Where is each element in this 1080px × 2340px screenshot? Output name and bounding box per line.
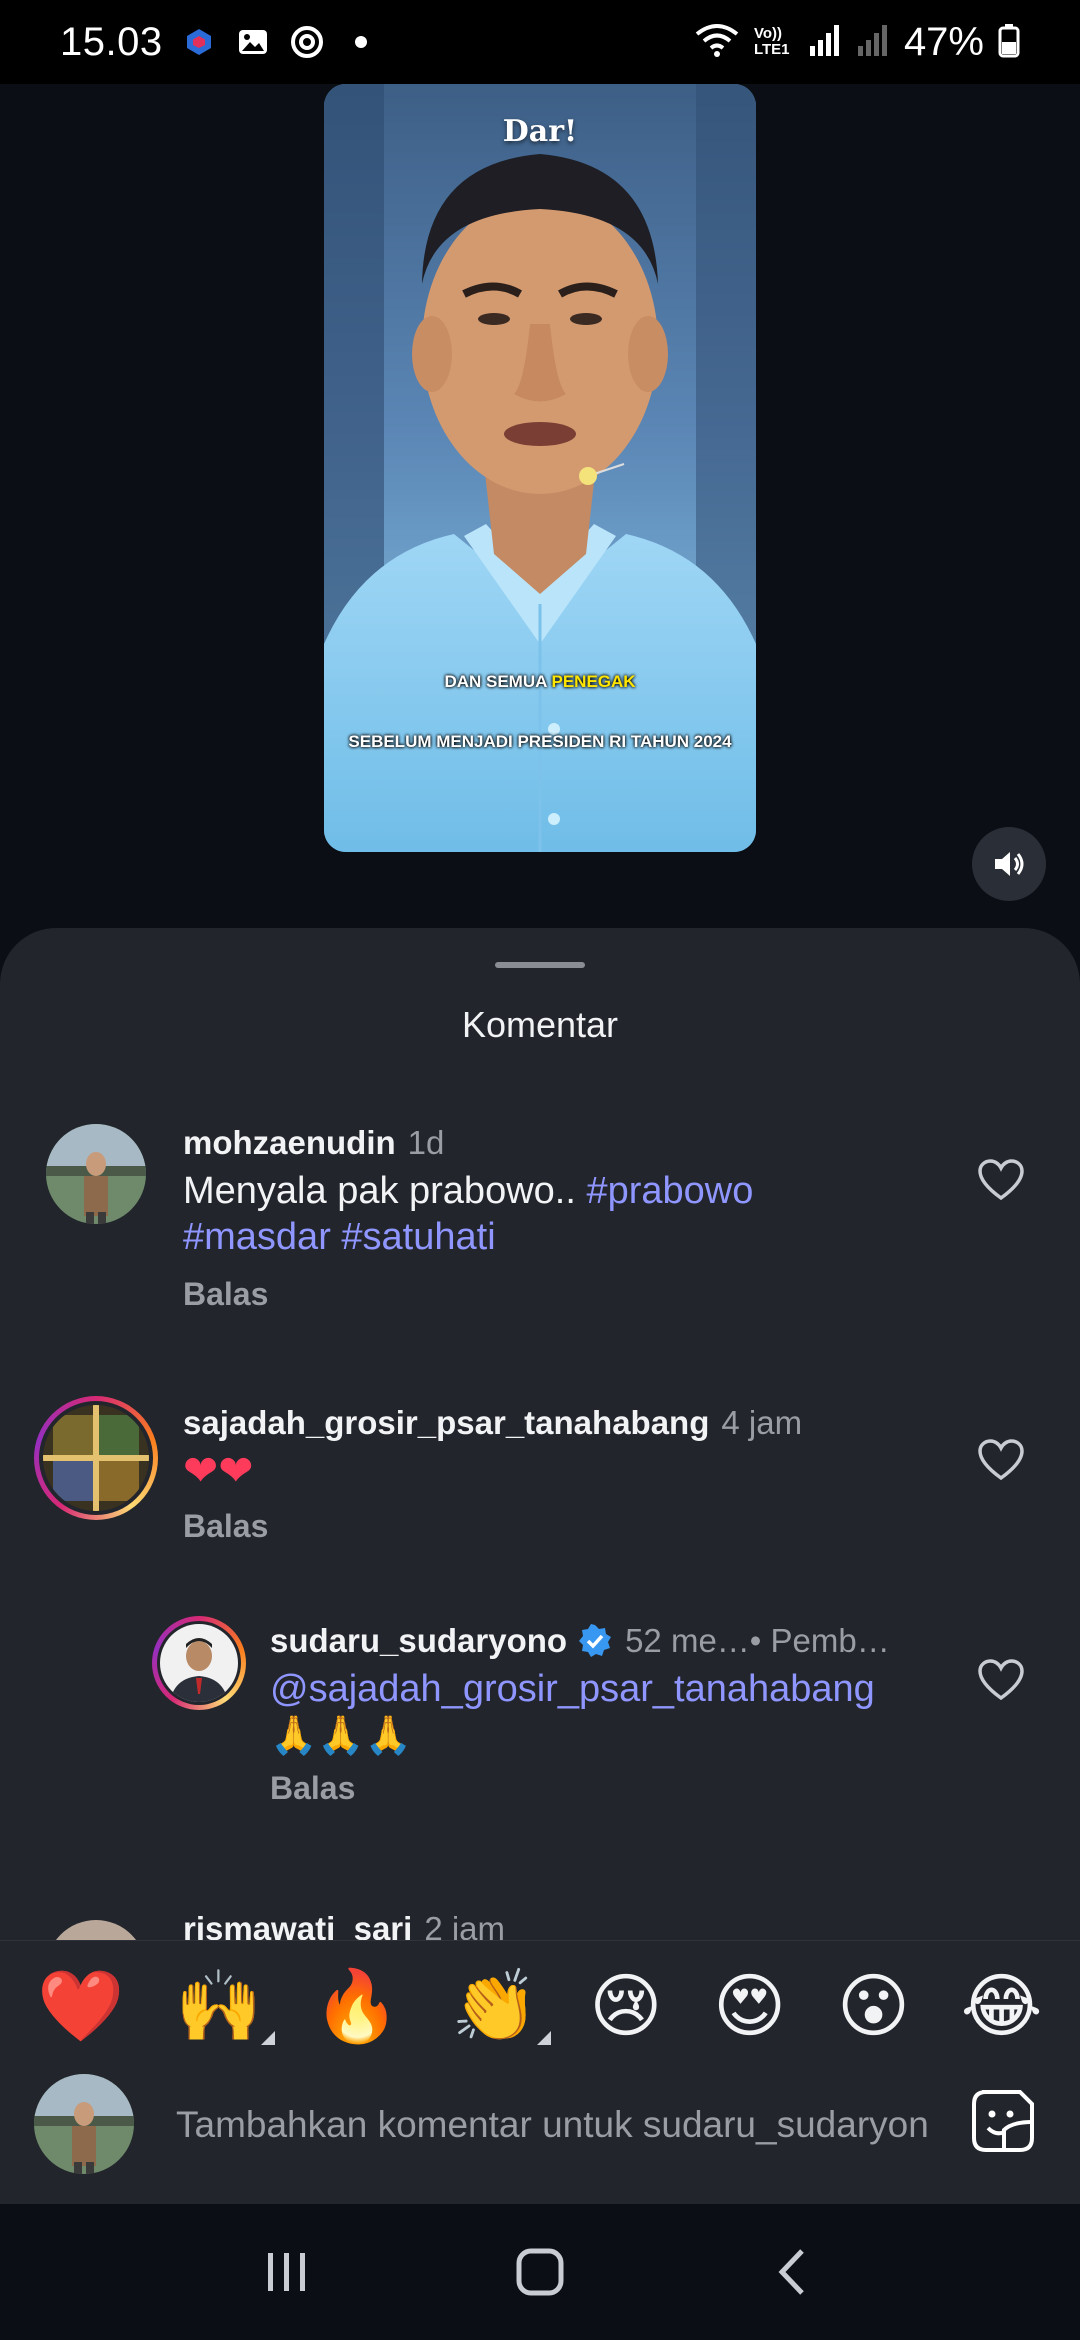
comment-item: mohzaenudin 1d Menyala pak prabowo.. #pr… bbox=[0, 1124, 1080, 1312]
current-user-avatar bbox=[34, 2074, 134, 2174]
like-heart-icon[interactable] bbox=[977, 1438, 1025, 1482]
emoji-crying[interactable]: 😢 bbox=[589, 1971, 662, 2041]
sticker-icon bbox=[972, 2090, 1034, 2152]
recents-icon bbox=[267, 2253, 305, 2291]
avatar bbox=[43, 1405, 149, 1511]
comment-input[interactable] bbox=[176, 2090, 928, 2160]
comment-time: 1d bbox=[407, 1124, 445, 1161]
app-notification-icon bbox=[181, 24, 217, 60]
video-caption-line2: SEBELUM MENJADI PRESIDEN RI TAHUN 2024 bbox=[348, 732, 732, 751]
video-watermark: Dar! bbox=[502, 114, 578, 149]
volte-label: Vo)) LTE1 bbox=[753, 25, 790, 58]
reply-button[interactable]: Balas bbox=[183, 1508, 268, 1545]
sticker-button[interactable] bbox=[966, 2084, 1040, 2158]
mute-button[interactable] bbox=[972, 827, 1046, 901]
reply-button[interactable]: Balas bbox=[270, 1770, 355, 1807]
like-heart-icon[interactable] bbox=[977, 1158, 1025, 1202]
hashtag-link[interactable]: #prabowo bbox=[586, 1170, 753, 1212]
recent-apps-button[interactable] bbox=[252, 2237, 322, 2307]
comment-username[interactable]: mohzaenudin bbox=[183, 1124, 396, 1162]
home-icon bbox=[516, 2248, 564, 2296]
emoji-laughing[interactable]: 😂 bbox=[961, 1971, 1043, 2041]
gallery-icon bbox=[235, 24, 271, 60]
back-icon bbox=[778, 2249, 805, 2295]
emoji-heart[interactable]: ❤️ bbox=[37, 1971, 124, 2041]
status-time: 15.03 bbox=[60, 19, 163, 64]
signal-strength-sim2-icon bbox=[856, 22, 890, 63]
comment-item: sajadah_grosir_psar_tanahabang 4 jam ❤❤ … bbox=[0, 1396, 1080, 1544]
threads-icon bbox=[289, 24, 325, 60]
emoji-heart-eyes[interactable]: 😍 bbox=[713, 1971, 786, 2041]
story-ring[interactable] bbox=[152, 1616, 246, 1710]
comment-reply-item: sudaru_sudaryono 52 me… • Pemb… @sajadah… bbox=[0, 1616, 1080, 1806]
quick-emoji-bar: ❤️ 🙌 🔥 👏 😢 😍 😮 😂 bbox=[0, 1940, 1080, 2070]
comment-time: 52 me… bbox=[625, 1622, 750, 1659]
sheet-title: Komentar bbox=[461, 1004, 619, 1045]
battery-icon bbox=[998, 22, 1020, 63]
home-button[interactable] bbox=[505, 2237, 575, 2307]
status-bar: 15.03 Vo)) LTE1 47% bbox=[0, 0, 1080, 84]
battery-percent: 47% bbox=[903, 19, 984, 64]
emoji-surprised[interactable]: 😮 bbox=[837, 1971, 910, 2041]
comment-author-note: • Pemb… bbox=[749, 1622, 890, 1659]
comment-text: Menyala pak prabowo.. #prabowo #masdar #… bbox=[183, 1170, 754, 1258]
signal-strength-icon bbox=[808, 22, 842, 63]
avatar bbox=[160, 1624, 238, 1702]
back-button[interactable] bbox=[758, 2237, 828, 2307]
story-ring[interactable] bbox=[34, 1396, 158, 1520]
reel-video-area: Dar! DAN SEMUA PENEGAK SEBELUM MENJADI P… bbox=[0, 84, 1080, 944]
speaker-icon bbox=[995, 852, 1024, 876]
hashtag-link[interactable]: #satuhati bbox=[341, 1216, 495, 1258]
reply-button[interactable]: Balas bbox=[183, 1276, 268, 1313]
hashtag-link[interactable]: #masdar bbox=[183, 1216, 331, 1258]
comment-text: @sajadah_grosir_psar_tanahabang 🙏🙏🙏 bbox=[270, 1668, 875, 1757]
comment-time: 4 jam bbox=[721, 1404, 803, 1441]
emoji-clapping[interactable]: 👏 bbox=[451, 1971, 551, 2045]
video-caption-line1: DAN SEMUA PENEGAK bbox=[444, 672, 636, 691]
emoji-fire[interactable]: 🔥 bbox=[313, 1971, 400, 2041]
avatar[interactable] bbox=[46, 1124, 146, 1224]
comment-username[interactable]: sudaru_sudaryono bbox=[270, 1622, 567, 1660]
system-nav-bar bbox=[0, 2204, 1080, 2340]
emoji-raised-hands[interactable]: 🙌 bbox=[175, 1971, 275, 2045]
comment-text: ❤❤ bbox=[183, 1446, 254, 1495]
like-heart-icon[interactable] bbox=[977, 1658, 1025, 1702]
comment-input-bar bbox=[0, 2070, 1080, 2204]
verified-badge-icon bbox=[579, 1624, 612, 1657]
wifi-icon bbox=[694, 22, 740, 63]
drag-handle[interactable] bbox=[495, 962, 585, 968]
more-notifications-dot-icon bbox=[343, 24, 379, 60]
mention-link[interactable]: @sajadah_grosir_psar_tanahabang bbox=[270, 1668, 875, 1710]
reel-video[interactable]: Dar! DAN SEMUA PENEGAK SEBELUM MENJADI P… bbox=[324, 84, 756, 852]
comment-username[interactable]: sajadah_grosir_psar_tanahabang bbox=[183, 1404, 709, 1442]
